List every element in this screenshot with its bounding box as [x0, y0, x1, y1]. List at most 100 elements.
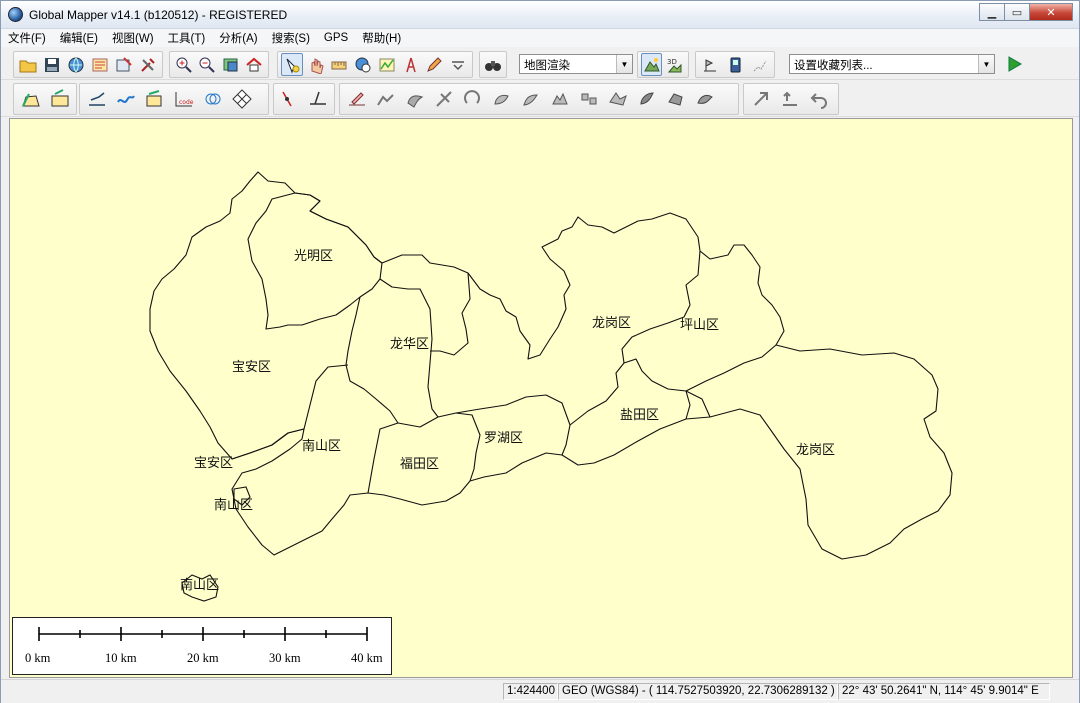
- move-up-button[interactable]: [776, 85, 803, 114]
- menu-file[interactable]: 文件(F): [1, 30, 53, 46]
- measure-button[interactable]: [329, 53, 351, 76]
- simplify-button[interactable]: [546, 85, 573, 114]
- move-up-icon: [782, 91, 797, 106]
- digitizer-button[interactable]: [281, 53, 303, 76]
- home-button[interactable]: [244, 53, 266, 76]
- vertex-add-icon: [282, 91, 292, 107]
- gps-device-button[interactable]: [724, 53, 747, 76]
- create-area-button[interactable]: [17, 85, 44, 114]
- grid-button[interactable]: [228, 85, 255, 114]
- ring-button[interactable]: [199, 85, 226, 114]
- control-center-button[interactable]: [89, 53, 111, 76]
- merge-feature-button[interactable]: [401, 85, 428, 114]
- luohu-north-border: [455, 394, 571, 456]
- 3d-view-button[interactable]: 3D: [664, 53, 685, 76]
- create-range-ring-button[interactable]: [141, 85, 168, 114]
- menu-gps[interactable]: GPS: [317, 32, 355, 44]
- menu-tools[interactable]: 工具(T): [161, 30, 213, 46]
- rotate-icon: [463, 90, 480, 104]
- vertex-move-button[interactable]: [305, 85, 331, 114]
- main-toolbar: 地图渲染 ▼ 3D 设置收藏列表... ▼: [1, 48, 1079, 80]
- gps-track-button[interactable]: [748, 53, 771, 76]
- map-view[interactable]: 光明区 宝安区 龙华区 龙岗区 坪山区 南山区 宝安区 南山区 南山区 福田区 …: [9, 118, 1073, 678]
- draw-button[interactable]: [424, 53, 446, 76]
- gps-vessel-button[interactable]: [699, 53, 722, 76]
- cut-feature-button[interactable]: [430, 85, 457, 114]
- full-view-button[interactable]: [220, 53, 242, 76]
- close-button[interactable]: ✕: [1029, 3, 1073, 21]
- create-rect-button[interactable]: [46, 85, 73, 114]
- config-icon: [116, 56, 132, 71]
- view-shed-button[interactable]: [400, 53, 422, 76]
- digitize-tool-group: [277, 51, 473, 78]
- zoom-out-button[interactable]: [197, 53, 219, 76]
- open-folder-button[interactable]: [17, 53, 39, 76]
- path-profile-button[interactable]: [376, 53, 398, 76]
- longhua-east-border: [430, 272, 471, 356]
- search-binoculars-button[interactable]: [483, 53, 503, 76]
- coord-button[interactable]: code: [170, 85, 197, 114]
- globe-app-icon: [8, 7, 23, 22]
- difference-button[interactable]: [662, 85, 689, 114]
- zoom-in-icon: [176, 57, 192, 73]
- shader-select-value: 地图渲染: [524, 60, 570, 72]
- crop-button[interactable]: [691, 85, 718, 114]
- maximize-button[interactable]: ▭: [1004, 3, 1030, 21]
- run-favorite-button[interactable]: [1002, 52, 1025, 75]
- menu-search[interactable]: 搜索(S): [265, 30, 317, 46]
- gps-tool-group: [695, 51, 775, 78]
- smooth-button[interactable]: [517, 85, 544, 114]
- line-icon: [88, 92, 105, 106]
- buffer-button[interactable]: [575, 85, 602, 114]
- label-nanshan-islet1: 南山区: [214, 497, 253, 513]
- union-button[interactable]: [604, 85, 631, 114]
- create-line-button[interactable]: [83, 85, 110, 114]
- vertex-add-button[interactable]: [277, 85, 303, 114]
- feature-edit-group: [339, 83, 739, 115]
- reshape-button[interactable]: [488, 85, 515, 114]
- zoom-tool-group: [169, 51, 269, 78]
- gps-marker-icon: [704, 58, 717, 71]
- rotate-feature-button[interactable]: [459, 85, 486, 114]
- title-bar: Global Mapper v14.1 (b120512) - REGISTER…: [1, 1, 1079, 29]
- stream-line-button[interactable]: [112, 85, 139, 114]
- district-map: 光明区 宝安区 龙华区 龙岗区 坪山区 南山区 宝安区 南山区 南山区 福田区 …: [149, 171, 953, 602]
- coords-icon: code: [175, 92, 193, 107]
- undo-edit-button[interactable]: [805, 85, 832, 114]
- reshape-icon: [493, 94, 509, 105]
- intersect-button[interactable]: [633, 85, 660, 114]
- shader-select[interactable]: 地图渲染 ▼: [519, 54, 633, 74]
- split-feature-button[interactable]: [372, 85, 399, 114]
- feature-info-button[interactable]: [352, 53, 374, 76]
- config-button[interactable]: [113, 53, 135, 76]
- status-projection: GEO (WGS84) - ( 114.7527503920, 22.73062…: [558, 683, 838, 700]
- zoom-in-button[interactable]: [173, 53, 195, 76]
- file-tool-group: [13, 51, 163, 78]
- menu-view[interactable]: 视图(W): [105, 30, 161, 46]
- menu-edit[interactable]: 编辑(E): [53, 30, 105, 46]
- scale-label-0: 0 km: [25, 651, 51, 665]
- home-icon: [246, 57, 262, 71]
- more-tools-button[interactable]: [447, 53, 469, 76]
- pan-button[interactable]: [305, 53, 327, 76]
- menu-help[interactable]: 帮助(H): [355, 30, 408, 46]
- label-longgang-east: 龙岗区: [796, 443, 835, 458]
- menu-analysis[interactable]: 分析(A): [212, 30, 264, 46]
- globe-icon: [68, 57, 84, 72]
- favorites-select[interactable]: 设置收藏列表... ▼: [789, 54, 995, 74]
- label-longgang-west: 龙岗区: [592, 316, 631, 331]
- gps-track-icon: [753, 60, 767, 71]
- scale-label-40: 40 km: [351, 651, 383, 665]
- info-globe-icon: [355, 57, 371, 72]
- save-button[interactable]: [41, 53, 63, 76]
- window-title: Global Mapper v14.1 (b120512) - REGISTER…: [29, 8, 288, 22]
- merge-icon: [406, 95, 423, 108]
- hillshade-button[interactable]: [641, 53, 662, 76]
- tools-button[interactable]: [137, 53, 159, 76]
- cut-icon: [435, 91, 452, 107]
- online-data-button[interactable]: [65, 53, 87, 76]
- undo-icon: [810, 93, 827, 109]
- edit-feature-button[interactable]: [343, 85, 370, 114]
- minimize-button[interactable]: ▁: [979, 3, 1005, 21]
- move-feature-button[interactable]: [747, 85, 774, 114]
